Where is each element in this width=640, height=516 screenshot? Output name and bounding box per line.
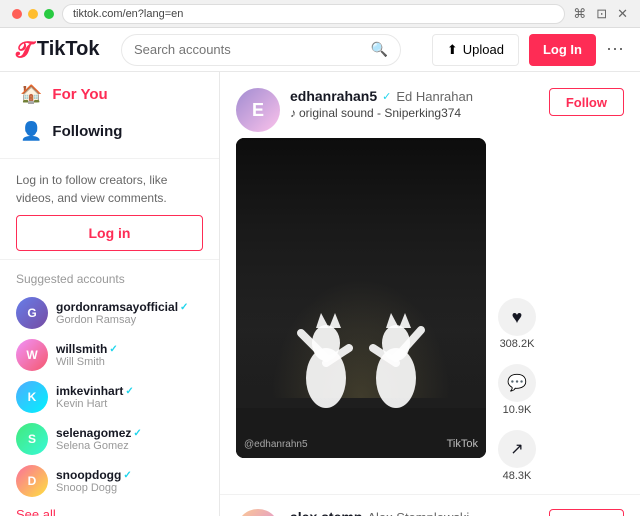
sidebar-nav: 🏠 For You 👤 Following [0,72,219,154]
will-displayname: Will Smith [56,356,118,368]
video-card-2: A alex.stemp Alex Stemplewski He had pla… [220,495,640,516]
avatar-gordon: G [16,297,48,329]
suggested-account-selena[interactable]: S selenagomez ✓ Selena Gomez [0,418,219,460]
search-icon: 🔍 [371,41,388,58]
sidebar-divider2 [0,259,219,260]
tab-icon[interactable]: ⊡ [596,6,607,22]
sidebar-item-foryou[interactable]: 🏠 For You [8,76,211,113]
video2-displayname: Alex Stemplewski [367,510,469,516]
comment-count-1: 10.9K [503,404,532,416]
upload-icon: ⬆ [447,42,458,58]
suggested-account-kevin[interactable]: K imkevinhart ✓ Kevin Hart [0,376,219,418]
snoop-displayname: Snoop Dogg [56,482,132,494]
upload-button[interactable]: ⬆ Upload [432,34,519,66]
will-username: willsmith [56,342,107,356]
login-button[interactable]: Log In [529,34,596,66]
gordon-verified: ✓ [180,302,188,313]
comment-icon-1: 💬 [498,364,536,402]
avatar-snoop: D [16,465,48,497]
upload-label: Upload [463,42,504,57]
main-layout: 🏠 For You 👤 Following Log in to follow c… [0,72,640,516]
see-all-link[interactable]: See all [0,502,219,516]
url-text: tiktok.com/en?lang=en [73,8,183,20]
gordon-displayname: Gordon Ramsay [56,314,188,326]
search-box[interactable]: 🔍 [121,34,401,66]
avatar-will: W [16,339,48,371]
follow-button-2[interactable]: Follow [549,509,624,516]
navbar: 𝓣 TikTok 🔍 ⬆ Upload Log In ⋯ [0,28,640,72]
will-verified: ✓ [109,344,117,355]
browser-topbar: tiktok.com/en?lang=en ⌘ ⊡ ✕ [0,0,640,28]
video1-watermark: TikTok [447,438,478,450]
video1-author-tag: @edhanrahn5 [244,439,308,450]
video1-verified-icon: ✓ [382,90,391,103]
avatar-alex[interactable]: A [236,509,280,516]
login-prompt-text: Log in to follow creators, like videos, … [0,163,219,215]
nav-right: ⬆ Upload Log In ⋯ [432,34,624,66]
video1-username[interactable]: edhanrahan5 [290,88,377,104]
like-action-1[interactable]: ♥ 308.2K [498,298,536,350]
snoop-username: snoopdogg [56,468,121,482]
video2-username[interactable]: alex.stemp [290,509,362,516]
sidebar-divider [0,158,219,159]
suggested-account-gordon[interactable]: G gordonramsayofficial ✓ Gordon Ramsay [0,292,219,334]
brand-name: TikTok [37,38,100,61]
video-thumbnail-1[interactable]: TikTok @edhanrahn5 [236,138,486,458]
bookmark-icon[interactable]: ⌘ [573,6,586,22]
kevin-username: imkevinhart [56,384,123,398]
search-input[interactable] [134,42,363,57]
sidebar-item-following[interactable]: 👤 Following [8,113,211,150]
share-action-1[interactable]: ↗ 48.3K [498,430,536,482]
avatar-selena: S [16,423,48,455]
more-browser-icon[interactable]: ✕ [617,6,628,22]
share-icon-1: ↗ [498,430,536,468]
kevin-verified: ✓ [125,386,133,397]
suggested-account-snoop[interactable]: D snoopdogg ✓ Snoop Dogg [0,460,219,502]
follow-button-1[interactable]: Follow [549,88,624,116]
video-actions-1: ♥ 308.2K 💬 10.9K ↗ 48.3K [494,138,536,482]
content-feed: E edhanrahan5 ✓ Ed Hanrahan ♪ original s… [220,72,640,516]
video1-displayname: Ed Hanrahan [396,89,473,104]
share-count-1: 48.3K [503,470,532,482]
avatar-kevin: K [16,381,48,413]
music-note-icon: ♪ [290,106,296,120]
sidebar-login-button[interactable]: Log in [16,215,203,251]
like-count-1: 308.2K [500,338,535,350]
snoop-verified: ✓ [123,470,131,481]
kevin-displayname: Kevin Hart [56,398,134,410]
tiktok-icon: 𝓣 [16,37,33,63]
comment-action-1[interactable]: 💬 10.9K [498,364,536,416]
suggested-account-will[interactable]: W willsmith ✓ Will Smith [0,334,219,376]
avatar-edhan[interactable]: E [236,88,280,132]
more-menu-icon[interactable]: ⋯ [606,39,624,60]
brand-logo[interactable]: 𝓣 TikTok [16,37,99,63]
suggested-title: Suggested accounts [0,268,219,292]
following-label: Following [52,123,122,140]
selena-verified: ✓ [133,428,141,439]
following-icon: 👤 [20,121,42,142]
foryou-label: For You [52,86,107,103]
url-bar[interactable]: tiktok.com/en?lang=en [62,4,565,24]
video-card-1: E edhanrahan5 ✓ Ed Hanrahan ♪ original s… [220,72,640,495]
gordon-username: gordonramsayofficial [56,300,178,314]
selena-username: selenagomez [56,426,131,440]
sidebar: 🏠 For You 👤 Following Log in to follow c… [0,72,220,516]
like-icon-1: ♥ [498,298,536,336]
home-icon: 🏠 [20,84,42,105]
selena-displayname: Selena Gomez [56,440,142,452]
